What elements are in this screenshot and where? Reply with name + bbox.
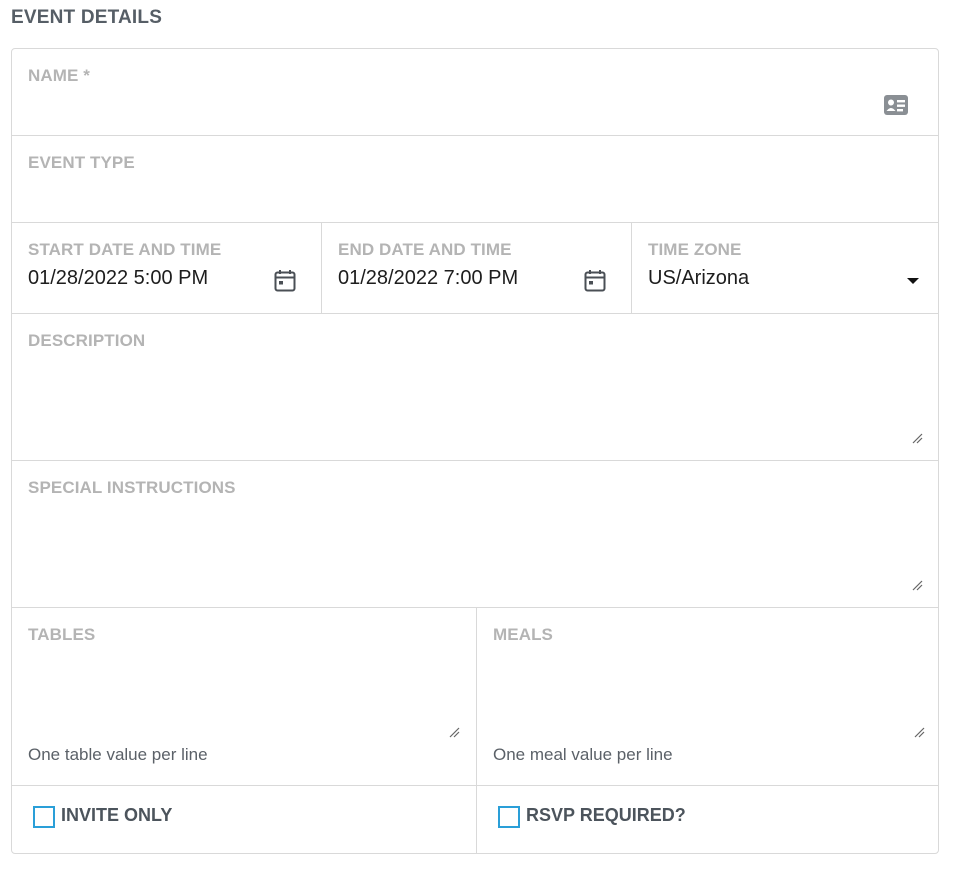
name-input[interactable] — [28, 94, 852, 122]
resize-handle-icon[interactable] — [911, 432, 923, 444]
caret-down-icon[interactable] — [907, 278, 919, 284]
section-title: EVENT DETAILS — [11, 7, 163, 28]
contact-card-icon[interactable] — [883, 94, 909, 116]
tables-hint: One table value per line — [28, 745, 208, 764]
tables-label: TABLES — [28, 625, 96, 644]
description-row: DESCRIPTION — [12, 314, 938, 461]
invite-only-checkbox[interactable] — [33, 806, 55, 828]
tables-textarea[interactable] — [28, 654, 464, 744]
rsvp-required-option[interactable]: RSVP REQUIRED? — [477, 786, 938, 853]
resize-handle-icon[interactable] — [911, 579, 923, 591]
name-label: NAME * — [28, 66, 90, 85]
calendar-icon[interactable] — [584, 269, 606, 292]
start-datetime-input[interactable] — [28, 267, 258, 290]
timezone-select[interactable]: TIME ZONE US/Arizona — [632, 223, 938, 313]
rsvp-required-label[interactable]: RSVP REQUIRED? — [526, 805, 686, 826]
tables-field: TABLES One table value per line — [12, 608, 477, 785]
datetime-row: START DATE AND TIME END DATE AND TIME — [12, 223, 938, 314]
meals-label: MEALS — [493, 625, 553, 644]
resize-handle-icon[interactable] — [913, 726, 925, 738]
meals-hint: One meal value per line — [493, 745, 673, 764]
event-type-row: EVENT TYPE — [12, 136, 938, 223]
timezone-value[interactable]: US/Arizona — [648, 267, 749, 290]
start-datetime-label: START DATE AND TIME — [28, 240, 222, 259]
meals-field: MEALS One meal value per line — [477, 608, 938, 785]
event-type-input[interactable] — [28, 181, 852, 209]
rsvp-required-checkbox[interactable] — [498, 806, 520, 828]
end-datetime-input[interactable] — [338, 267, 568, 290]
meals-textarea[interactable] — [493, 654, 929, 744]
calendar-icon[interactable] — [274, 269, 296, 292]
end-datetime-field: END DATE AND TIME — [322, 223, 632, 313]
resize-handle-icon[interactable] — [448, 726, 460, 738]
options-row: INVITE ONLY RSVP REQUIRED? — [12, 786, 938, 853]
name-row: NAME * — [12, 49, 938, 136]
invite-only-label[interactable]: INVITE ONLY — [61, 805, 172, 826]
start-datetime-field: START DATE AND TIME — [12, 223, 322, 313]
special-instructions-label: SPECIAL INSTRUCTIONS — [28, 478, 236, 497]
special-instructions-textarea[interactable] — [28, 507, 926, 597]
event-type-label: EVENT TYPE — [28, 153, 135, 172]
tables-meals-row: TABLES One table value per line MEALS On… — [12, 608, 938, 786]
end-datetime-label: END DATE AND TIME — [338, 240, 512, 259]
timezone-label: TIME ZONE — [648, 240, 742, 259]
event-details-form: NAME * EVENT TYPE START DATE AND TIME 01… — [11, 48, 939, 854]
invite-only-option[interactable]: INVITE ONLY — [12, 786, 477, 853]
special-instructions-row: SPECIAL INSTRUCTIONS — [12, 461, 938, 608]
description-label: DESCRIPTION — [28, 331, 146, 350]
description-textarea[interactable] — [28, 360, 926, 450]
